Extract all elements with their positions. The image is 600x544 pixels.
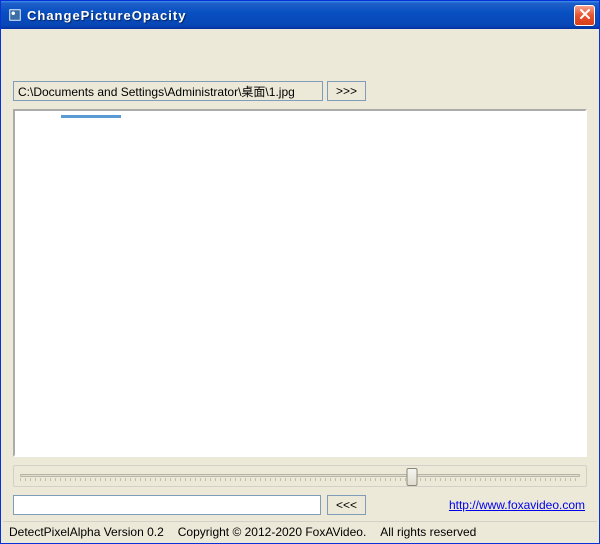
statusbar: DetectPixelAlpha Version 0.2 Copyright ©… xyxy=(3,521,597,541)
image-preview xyxy=(13,109,587,457)
client-area: C:\Documents and Settings\Administrator\… xyxy=(1,29,599,543)
app-window: ChangePictureOpacity C:\Documents and Se… xyxy=(0,0,600,544)
opacity-slider-container xyxy=(13,465,587,487)
output-row: <<< http://www.foxavideo.com xyxy=(13,495,587,515)
slider-track-line xyxy=(20,474,580,477)
titlebar[interactable]: ChangePictureOpacity xyxy=(1,1,599,29)
slider-thumb[interactable] xyxy=(407,468,418,486)
status-copyright: Copyright © 2012-2020 FoxAVideo. xyxy=(178,525,367,539)
status-version: DetectPixelAlpha Version 0.2 xyxy=(9,525,164,539)
status-rights: All rights reserved xyxy=(380,525,476,539)
window-title: ChangePictureOpacity xyxy=(27,8,574,23)
top-spacer xyxy=(3,31,597,81)
close-button[interactable] xyxy=(574,5,595,26)
input-path-row: C:\Documents and Settings\Administrator\… xyxy=(13,81,587,101)
browse-button[interactable]: >>> xyxy=(327,81,366,101)
output-path-input[interactable] xyxy=(13,495,321,515)
main-panel: C:\Documents and Settings\Administrator\… xyxy=(13,81,587,521)
website-link[interactable]: http://www.foxavideo.com xyxy=(449,498,587,512)
opacity-slider[interactable] xyxy=(20,470,580,482)
input-path-display: C:\Documents and Settings\Administrator\… xyxy=(13,81,323,101)
close-icon xyxy=(579,8,591,23)
app-icon xyxy=(7,7,23,23)
process-button[interactable]: <<< xyxy=(327,495,366,515)
preview-mark xyxy=(61,115,121,118)
